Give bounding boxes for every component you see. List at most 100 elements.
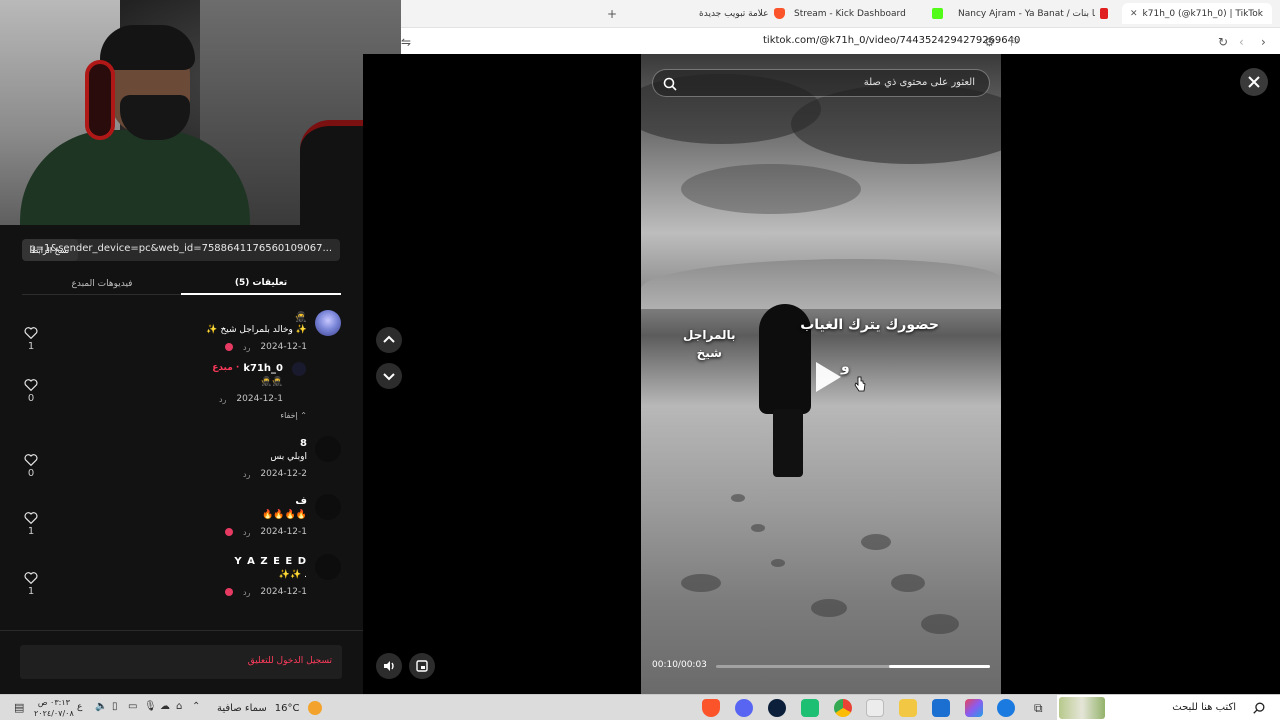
new-tab-button[interactable]: + [607,3,617,24]
hide-replies-label: إخفاء [280,411,298,420]
reply-button[interactable]: رد [243,588,250,597]
sand-dune [641,259,1001,309]
comments-panel: نسخ الرابط p=1&sender_device=pc&web_id=7… [0,225,363,695]
picture-in-picture-button[interactable] [409,653,435,679]
play-icon[interactable] [806,357,846,397]
microphone-icon[interactable]: 🎙 [144,701,157,712]
avatar[interactable] [292,362,306,376]
reload-icon[interactable]: ↻ [1218,35,1228,49]
search-icon[interactable] [662,76,678,92]
browser-tab-tiktok[interactable]: ✕ k71h_0 (@k71h_0) | TikTok [1122,3,1272,24]
notifications-icon[interactable]: ▤ [14,701,24,714]
heart-icon[interactable] [24,326,38,339]
reply-button[interactable]: رد [243,470,250,479]
address-bar: ⇋ tiktok.com/@k71h_0/video/7443524294279… [401,27,1280,54]
comment-author[interactable]: 8 [300,438,307,449]
comment-author[interactable]: k71h_0 [243,363,283,374]
browser-tab-kick[interactable]: Stream - Kick Dashboard [794,3,906,24]
store-icon[interactable] [866,699,884,717]
copilot-icon[interactable] [965,699,983,717]
browser-tab-youtube[interactable]: Nancy Ajram - Ya Banat / نانسي عجرم - يا… [958,3,1108,24]
heart-icon[interactable] [24,571,38,584]
video-player[interactable]: العثور على محتوى ذي صلة حضورك يترك الغيا… [641,54,1001,694]
clock-date: ٢٠٢٤/٠٧/٠٨ [34,709,74,718]
like-control[interactable]: 1 [22,511,40,537]
youtube-icon [1100,8,1108,19]
close-video-button[interactable] [1240,68,1268,96]
like-control[interactable]: 0 [22,453,40,479]
volume-icon[interactable]: 🔈 [95,701,107,712]
tune-icon[interactable]: ⇋ [401,35,411,49]
search-highlight-image [1059,697,1105,719]
avatar[interactable] [315,494,341,520]
comment-meta: رد 2024-12-1 [224,527,307,537]
tab-comments[interactable]: تعليقات (5) [181,273,341,295]
close-tab-icon[interactable]: ✕ [1130,9,1138,19]
reply-button[interactable]: رد [219,395,226,404]
progress-bar[interactable] [716,665,990,668]
taskbar-search[interactable]: اكتب هنا للبحث [1057,695,1280,720]
next-video-button[interactable] [376,363,402,389]
taskbar-search-input[interactable]: اكتب هنا للبحث [1172,702,1236,713]
heart-icon[interactable] [24,378,38,391]
previous-video-button[interactable] [376,327,402,353]
taskbar: اكتب هنا للبحث ⧉ سماء صافية 16°C ⌃ ⌂ ☁ 🎙… [0,694,1280,720]
footprint [861,534,891,550]
back-icon[interactable]: › [1261,35,1266,49]
discord-icon[interactable] [735,699,753,717]
like-control[interactable]: 1 [22,571,40,597]
weather-desc: سماء صافية [217,702,267,714]
comment-author[interactable]: 🥷 [295,312,307,323]
like-count: 0 [27,468,35,479]
mail-icon[interactable] [932,699,950,717]
browser-tab-new[interactable]: علامة تبويب جديدة [699,3,785,24]
webcam-feed [0,0,401,225]
network-icon[interactable]: ⌂ [176,701,182,712]
avatar[interactable] [315,554,341,580]
display-icon[interactable]: ▭ [128,701,137,712]
tab-creator-videos[interactable]: فيديوهات المبدع [22,273,182,295]
cloud-icon[interactable]: ☁ [160,701,170,712]
url-field[interactable]: tiktok.com/@k71h_0/video/744352429427926… [763,35,1020,46]
comment-author[interactable]: ف [295,496,307,507]
reply-button[interactable]: رد [243,528,250,537]
chrome-icon[interactable] [834,699,852,717]
brave-icon[interactable] [702,699,720,717]
language-indicator[interactable]: ع [77,702,82,712]
obs-icon[interactable] [768,699,786,717]
avatar[interactable] [315,436,341,462]
heart-icon[interactable] [24,511,38,524]
search-icon[interactable] [1252,701,1266,715]
like-control[interactable]: 1 [22,326,40,352]
related-search-bar[interactable]: العثور على محتوى ذي صلة [652,69,990,97]
weather-widget[interactable]: سماء صافية 16°C [217,701,322,715]
site-settings-icon[interactable]: ⚙ [984,35,995,49]
comment-text: 🔥🔥🔥🔥 [262,510,307,520]
comment-login-box[interactable]: تسجيل الدخول للتعليق [20,645,342,679]
cloud-shape [681,164,861,214]
comment-author[interactable]: Y A Z E E D [234,556,307,567]
reply-button[interactable]: رد [243,343,250,352]
volume-button[interactable] [376,653,402,679]
divider [0,630,363,631]
video-stage: العثور على محتوى ذي صلة حضورك يترك الغيا… [363,54,1280,694]
search-input[interactable]: العثور على محتوى ذي صلة [864,77,975,88]
app-icon[interactable] [801,699,819,717]
login-to-comment-link[interactable]: تسجيل الدخول للتعليق [248,656,332,666]
like-control[interactable]: 0 [22,378,40,404]
comment-text: ✨✨ . [278,570,307,580]
forward-icon[interactable]: ‹ [1239,35,1244,49]
comment-date: 2024-12-1 [260,342,307,352]
edge-icon[interactable] [997,699,1015,717]
bookmark-icon[interactable]: ⚐ [1009,35,1020,49]
avatar[interactable] [315,310,341,336]
hide-replies-link[interactable]: إخفاء ⌃ [280,411,307,420]
comment-date: 2024-12-1 [260,527,307,537]
file-explorer-icon[interactable] [899,699,917,717]
share-link-text[interactable]: p=1&sender_device=pc&web_id=758864117656… [29,243,332,254]
heart-icon[interactable] [24,453,38,466]
task-view-icon[interactable]: ⧉ [1034,701,1043,716]
chevron-up-icon[interactable]: ⌃ [192,701,200,712]
clock[interactable]: ٠٣:١٣ ص ٢٠٢٤/٠٧/٠٨ [34,697,74,719]
battery-icon[interactable]: ▯ [112,701,118,712]
